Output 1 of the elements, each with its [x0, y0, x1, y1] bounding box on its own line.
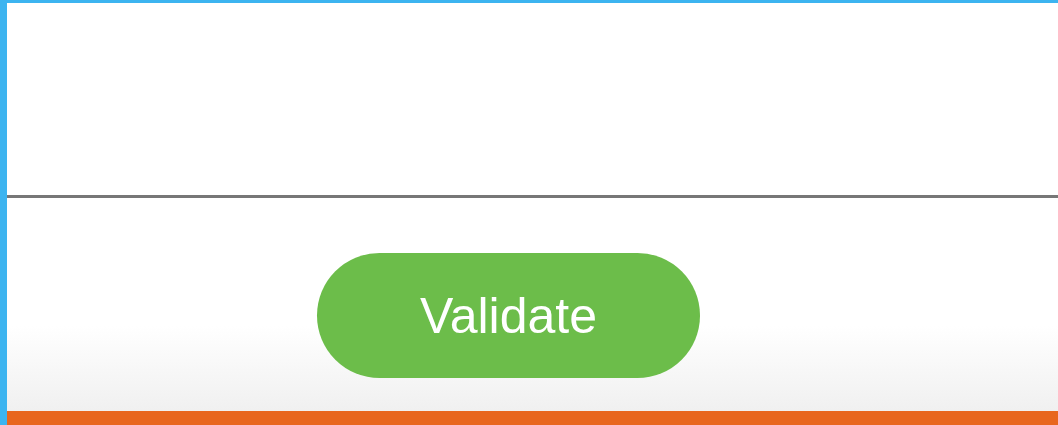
- validate-button[interactable]: Validate: [317, 253, 700, 378]
